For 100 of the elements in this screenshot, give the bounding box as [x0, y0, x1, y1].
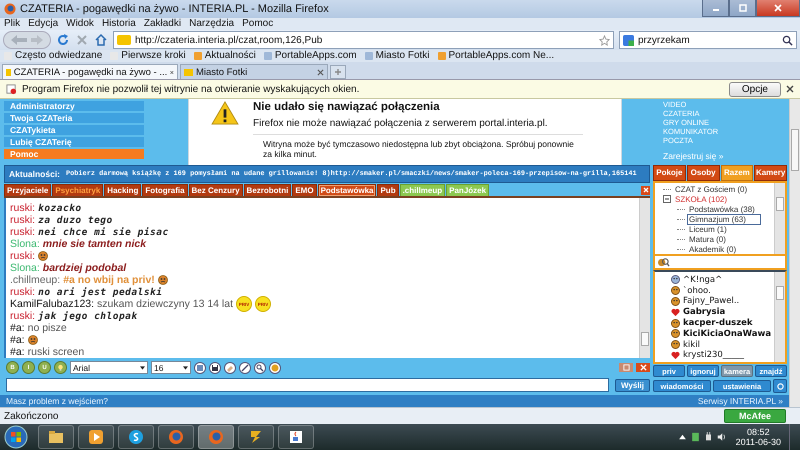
show-hidden-icons-icon[interactable] — [678, 432, 687, 442]
speaker-icon[interactable] — [716, 432, 726, 442]
panel-tab[interactable]: Kamery — [754, 165, 787, 181]
close-chat-button[interactable] — [636, 363, 650, 372]
restore-window-button[interactable] — [619, 363, 633, 372]
room-tree-item[interactable]: CZAT z Gościem (0) — [673, 184, 750, 194]
message-input[interactable] — [6, 378, 610, 392]
search-icon — [657, 256, 670, 268]
menu-item[interactable]: Widok — [66, 18, 94, 30]
user-item[interactable]: `ohoo. — [671, 285, 774, 296]
message-author: #a: — [10, 322, 25, 334]
room-tree-item[interactable]: SZKOŁA (102) — [673, 194, 730, 204]
clock-time: 08:52 — [747, 427, 770, 437]
room-tab[interactable]: EMO — [292, 184, 317, 196]
bookmark-item[interactable]: Często odwiedzane — [4, 50, 102, 62]
message-text: mnie sie tamten nick — [42, 238, 146, 250]
new-tab-button[interactable] — [330, 65, 346, 79]
taskbar-button[interactable] — [38, 425, 74, 449]
magnifier-icon[interactable] — [254, 362, 266, 374]
room-tab[interactable]: Bezrobotni — [244, 184, 292, 196]
eraser-icon[interactable] — [224, 362, 236, 374]
minimize-button[interactable] — [702, 0, 729, 17]
message-text: kozacko — [38, 202, 82, 214]
room-tab[interactable]: Bez Cenzury — [188, 184, 243, 196]
help-link[interactable]: Masz problem z wejściem? — [6, 396, 108, 406]
picture-icon[interactable] — [194, 362, 206, 374]
menu-item[interactable]: Pomoc — [242, 18, 274, 30]
cup-icon — [288, 429, 304, 445]
menu-item[interactable]: Plik — [4, 18, 20, 30]
send-button[interactable]: Wyślij — [615, 378, 650, 392]
scrollbar[interactable] — [774, 183, 785, 254]
settings-button[interactable] — [773, 379, 787, 393]
start-button-icon[interactable] — [4, 425, 28, 449]
user-item[interactable]: KiciKiciaOnaWawa — [671, 328, 774, 340]
menu-item[interactable]: Narzędzia — [189, 18, 234, 30]
clock[interactable]: 08:52 2011-06-30 — [736, 427, 781, 447]
menu-item[interactable]: Zakładki — [144, 18, 182, 30]
close-tab-icon[interactable] — [170, 68, 174, 76]
page-scrollbar[interactable] — [789, 99, 800, 407]
taskbar-button[interactable] — [278, 425, 314, 449]
home-icon[interactable] — [94, 33, 108, 47]
taskbar-button[interactable] — [118, 425, 154, 449]
room-tab[interactable]: Hacking — [104, 184, 142, 196]
user-item[interactable]: krysti230_____ — [671, 350, 774, 361]
star-icon[interactable] — [599, 34, 610, 46]
search-icon[interactable] — [782, 34, 793, 46]
room-tab[interactable]: Podstawówka — [318, 184, 376, 196]
user-item[interactable]: Gabrysia — [671, 306, 774, 318]
room-tab[interactable]: Pub — [377, 184, 399, 196]
window-title: CZATERIA - pogawędki na żywo - INTERIA.PL - Mozilla Firefox — [20, 3, 329, 15]
close-icon[interactable] — [786, 85, 794, 93]
panel-tab[interactable]: Pokoje — [653, 165, 686, 181]
menu-item[interactable]: Edycja — [28, 18, 58, 30]
security-badge[interactable]: McAfee — [724, 409, 786, 423]
user-search-field[interactable] — [653, 256, 787, 270]
bookmark-item[interactable]: PortableApps.com — [264, 50, 357, 62]
bookmark-item[interactable]: PortableApps.com Ne... — [438, 50, 554, 62]
scrollbar[interactable] — [639, 198, 650, 358]
options-button[interactable]: Opcje — [728, 82, 781, 96]
settings-icon — [776, 382, 784, 390]
browser-tab[interactable]: Miasto Fotki — [180, 64, 328, 79]
room-tab[interactable]: Fotografia — [142, 184, 188, 196]
bookmark-item[interactable]: Miasto Fotki — [364, 50, 430, 62]
user-item[interactable]: Fajny_Pawel.. — [671, 296, 774, 307]
bookmark-item[interactable]: Pierwsze kroki — [110, 50, 186, 62]
save-icon[interactable] — [209, 362, 221, 374]
taskbar-button[interactable] — [78, 425, 114, 449]
power-plug-icon[interactable] — [704, 432, 713, 442]
services-link[interactable]: Serwisy INTERIA.PL » — [698, 396, 783, 406]
scrollbar[interactable] — [774, 272, 785, 362]
room-tab[interactable]: Przyjaciele — [4, 184, 52, 196]
room-tree-item[interactable]: Matura (0) — [687, 234, 728, 244]
size-select[interactable]: 16 — [151, 361, 191, 374]
user-item[interactable]: ^K!nga^ — [671, 274, 774, 286]
collapse-icon[interactable] — [663, 195, 671, 203]
address-field[interactable]: http://czateria.interia.pl/czat,room,126,Pub — [113, 31, 614, 49]
search-field[interactable]: przyrzekam — [619, 31, 797, 49]
coin-icon[interactable] — [269, 362, 281, 374]
document-icon[interactable] — [690, 432, 700, 442]
chat-app-icon — [128, 429, 144, 445]
room-tree-item[interactable]: Liceum (1) — [687, 224, 729, 234]
help-button[interactable] — [54, 361, 67, 374]
message-text: jak jego chlopak — [38, 310, 138, 322]
panel-tab[interactable]: Osoby — [686, 165, 720, 181]
room-tree-item[interactable]: Gimnazjum (63) — [687, 214, 761, 224]
menu-item[interactable]: Historia — [102, 18, 136, 30]
room-tree-item[interactable]: Akademik (0) — [687, 244, 738, 254]
browser-tab[interactable]: CZATERIA - pogawędki na żywo - ... — [2, 64, 178, 79]
room-tree-item[interactable]: Podstawówka (38) — [687, 204, 757, 214]
font-select[interactable]: Arial — [70, 361, 148, 374]
pencil-icon[interactable] — [239, 362, 251, 374]
close-button[interactable] — [756, 0, 800, 17]
maximize-button[interactable] — [729, 0, 756, 17]
user-item[interactable]: kacper-duszek — [671, 318, 774, 328]
user-item[interactable]: kikil — [671, 339, 774, 350]
taskbar-button[interactable] — [238, 425, 274, 449]
close-tab-icon[interactable] — [317, 68, 324, 76]
close-room-button[interactable] — [641, 186, 650, 194]
bookmark-item[interactable]: Aktualności — [194, 50, 256, 62]
reload-icon[interactable] — [56, 33, 70, 47]
